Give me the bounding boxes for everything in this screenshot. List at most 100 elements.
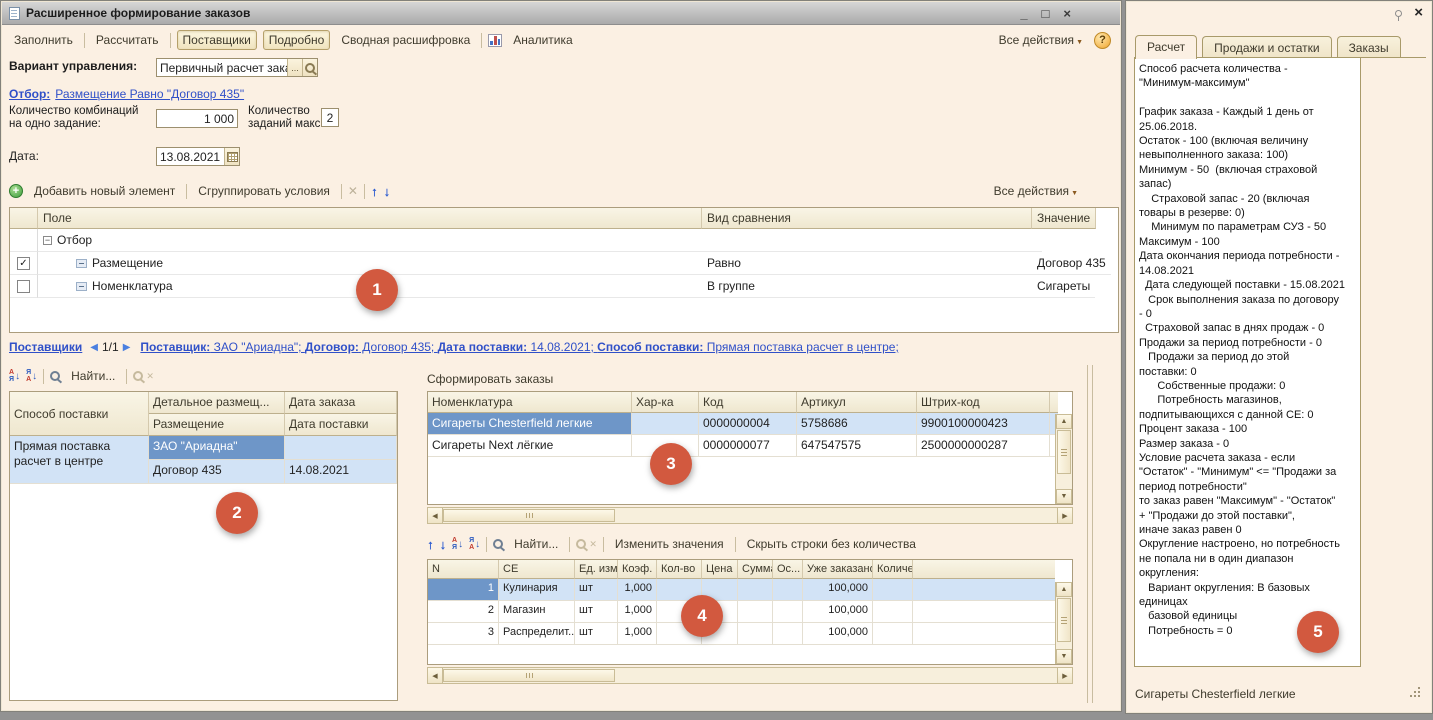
quantities-row[interactable]: 2 Магазин шт 1,000 100,000 <box>428 601 1055 623</box>
fill-button[interactable]: Заполнить <box>9 31 78 49</box>
nomenclature-name-cell[interactable]: Сигареты Next лёгкие <box>428 435 632 457</box>
prev-page-icon[interactable]: ◀ <box>90 342 98 353</box>
code-cell[interactable]: 0000000077 <box>699 435 797 457</box>
scroll-down-icon[interactable]: ▼ <box>1056 649 1072 664</box>
filter-row-placement[interactable]: ✓ Размещение Равно Договор 435 <box>10 252 1118 275</box>
minimize-button[interactable]: _ <box>1020 7 1027 20</box>
barcode-cell[interactable]: 9900100000423 <box>917 413 1050 435</box>
clear-search-icon[interactable] <box>133 371 143 381</box>
coef-cell[interactable]: 1,000 <box>618 601 657 623</box>
find-button[interactable]: Найти... <box>66 367 120 385</box>
sort-desc-icon[interactable]: ЯА↓ <box>26 369 37 383</box>
ordered-cell[interactable]: 100,000 <box>803 579 873 601</box>
scroll-right-icon[interactable]: ▶ <box>1057 668 1072 683</box>
suppliers-toggle-button[interactable]: Поставщики <box>177 30 257 50</box>
panel-close-button[interactable]: × <box>1414 4 1423 21</box>
change-values-button[interactable]: Изменить значения <box>610 535 729 553</box>
delete-icon[interactable]: ✕ <box>348 184 358 198</box>
placement-doc-cell[interactable]: Договор 435 <box>149 460 285 484</box>
sum-cell[interactable] <box>738 601 773 623</box>
clear-search-icon[interactable] <box>576 539 586 549</box>
collapse-icon[interactable]: − <box>43 236 52 245</box>
scroll-left-icon[interactable]: ◀ <box>428 668 443 683</box>
filter-all-actions-button[interactable]: Все действия▼ <box>989 182 1083 200</box>
scrollbar-thumb[interactable] <box>443 669 615 682</box>
sum-cell[interactable] <box>738 579 773 601</box>
supply-method-cell[interactable]: Прямая поставка расчет в центре <box>10 436 149 484</box>
vertical-splitter[interactable] <box>1087 365 1093 703</box>
row-number-cell[interactable]: 2 <box>428 601 499 623</box>
rest-cell[interactable] <box>773 623 803 645</box>
scroll-up-icon[interactable]: ▲ <box>1056 582 1072 597</box>
article-cell[interactable]: 5758686 <box>797 413 917 435</box>
next-page-icon[interactable]: ▶ <box>123 342 131 353</box>
suppliers-link[interactable]: Поставщики <box>9 340 82 354</box>
sort-desc-icon[interactable]: ЯА↓ <box>469 537 480 551</box>
unit-cell[interactable]: шт <box>575 579 618 601</box>
window-titlebar[interactable]: Расширенное формирование заказов _ □ × <box>2 2 1120 25</box>
detail-toggle-button[interactable]: Подробно <box>263 30 331 50</box>
checkbox-checked[interactable]: ✓ <box>17 257 30 270</box>
move-up-icon[interactable]: ↑ <box>371 185 378 198</box>
barcode-cell[interactable]: 2500000000287 <box>917 435 1050 457</box>
group-conditions-button[interactable]: Сгруппировать условия <box>193 182 335 200</box>
filter-row-nomenclature[interactable]: Номенклатура В группе Сигареты <box>10 275 1118 298</box>
find-button[interactable]: Найти... <box>509 535 563 553</box>
analytics-button[interactable]: Аналитика <box>508 31 577 49</box>
close-button[interactable]: × <box>1063 7 1071 20</box>
filter-link-value[interactable]: Размещение Равно "Договор 435" <box>55 87 244 101</box>
vertical-scrollbar[interactable]: ▲ ▼ <box>1055 582 1072 664</box>
ordered-cell[interactable]: 100,000 <box>803 623 873 645</box>
se-cell[interactable]: Кулинария <box>499 579 575 601</box>
coef-cell[interactable]: 1,000 <box>618 623 657 645</box>
all-actions-button[interactable]: Все действия▼ <box>994 31 1088 49</box>
characteristic-cell[interactable] <box>632 413 699 435</box>
tab-calculation[interactable]: Расчет <box>1135 35 1197 59</box>
order-date-cell[interactable] <box>285 436 397 460</box>
rest-cell[interactable] <box>773 579 803 601</box>
pin-icon[interactable] <box>1395 10 1402 17</box>
help-button[interactable]: ? <box>1094 32 1111 49</box>
vertical-scrollbar[interactable]: ▲ ▼ <box>1055 414 1072 504</box>
row-number-cell[interactable]: 1 <box>428 579 499 601</box>
sort-asc-icon[interactable]: АЯ↓ <box>9 369 20 383</box>
maximize-button[interactable]: □ <box>1042 7 1050 20</box>
placement-org-cell[interactable]: ЗАО "Ариадна" <box>149 436 285 460</box>
unit-cell[interactable]: шт <box>575 601 618 623</box>
row-number-cell[interactable]: 3 <box>428 623 499 645</box>
checkbox-unchecked[interactable] <box>17 280 30 293</box>
scroll-up-icon[interactable]: ▲ <box>1056 414 1072 429</box>
tab-orders[interactable]: Заказы <box>1337 36 1401 58</box>
extra-cell[interactable] <box>873 623 913 645</box>
summary-decode-button[interactable]: Сводная расшифровка <box>336 31 475 49</box>
se-cell[interactable]: Магазин <box>499 601 575 623</box>
move-down-icon[interactable]: ↓ <box>440 538 447 551</box>
extra-cell[interactable] <box>873 579 913 601</box>
extra-cell[interactable] <box>873 601 913 623</box>
scrollbar-thumb[interactable] <box>443 509 615 522</box>
supply-date-cell[interactable]: 14.08.2021 <box>285 460 397 484</box>
supplier-detail-link[interactable]: Поставщик: ЗАО "Ариадна"; Договор: Догов… <box>140 340 898 354</box>
se-cell[interactable]: Распределит... <box>499 623 575 645</box>
scroll-left-icon[interactable]: ◀ <box>428 508 443 523</box>
calendar-button[interactable] <box>224 148 239 165</box>
date-input[interactable]: 13.08.2021 <box>156 147 240 166</box>
quantities-row[interactable]: 3 Распределит... шт 1,000 100,000 <box>428 623 1055 645</box>
calculate-button[interactable]: Рассчитать <box>91 31 164 49</box>
coef-cell[interactable]: 1,000 <box>618 579 657 601</box>
nomenclature-name-cell[interactable]: Сигареты Chesterfield легкие <box>428 413 632 435</box>
filter-link-label[interactable]: Отбор: <box>9 87 50 101</box>
tasks-max-input[interactable]: 2 <box>321 108 339 127</box>
sum-cell[interactable] <box>738 623 773 645</box>
unit-cell[interactable]: шт <box>575 623 618 645</box>
quantities-row[interactable]: 1 Кулинария шт 1,000 100,000 <box>428 579 1055 601</box>
filter-group-row[interactable]: −Отбор <box>10 229 1118 252</box>
hide-empty-rows-button[interactable]: Скрыть строки без количества <box>742 535 921 553</box>
scroll-down-icon[interactable]: ▼ <box>1056 489 1072 504</box>
nomenclature-row[interactable]: Сигареты Chesterfield легкие 0000000004 … <box>428 413 1055 435</box>
variant-field[interactable]: Первичный расчет зака ... <box>156 58 318 77</box>
horizontal-scrollbar[interactable]: ◀ ▶ <box>427 667 1073 684</box>
article-cell[interactable]: 647547575 <box>797 435 917 457</box>
combinations-input[interactable]: 1 000 <box>156 109 238 128</box>
ordered-cell[interactable]: 100,000 <box>803 601 873 623</box>
